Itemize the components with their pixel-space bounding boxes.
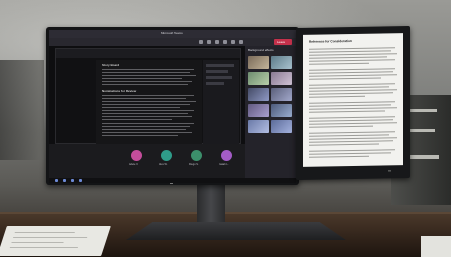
document-ribbon: [56, 49, 240, 58]
teams-window: Microsoft Teams Leave Story Board Nomina…: [49, 30, 296, 178]
background-thumbnail[interactable]: [271, 56, 292, 69]
participant-name: Alex W.: [159, 163, 168, 166]
side-document-title: Reference for Consideration: [309, 39, 352, 44]
participant-avatar[interactable]: [131, 150, 142, 161]
leave-label: Leave: [277, 40, 286, 44]
background-thumbnail[interactable]: [248, 72, 269, 85]
participant-name: Diego S.: [189, 163, 199, 166]
participant-name: Adele V.: [129, 163, 139, 166]
background-thumbnail[interactable]: [271, 72, 292, 85]
background-thumbnail[interactable]: [248, 120, 269, 133]
doc-heading-2: Nominations for Review: [102, 89, 137, 93]
photo-scene: Microsoft Teams Leave Story Board Nomina…: [0, 0, 451, 257]
side-monitor: Reference for Consideration: [296, 26, 410, 180]
shared-document-page: Story Board Nominations for Review: [96, 60, 202, 144]
window-title: Microsoft Teams: [161, 31, 183, 35]
document-side-panel: [203, 60, 239, 144]
more-icon[interactable]: [223, 40, 227, 44]
participant-avatar[interactable]: [161, 150, 172, 161]
side-document: Reference for Consideration: [303, 33, 403, 167]
main-monitor: Microsoft Teams Leave Story Board Nomina…: [46, 27, 299, 185]
monitor-stand-neck: [197, 184, 225, 226]
people-icon[interactable]: [239, 40, 243, 44]
monitor-stand-base: [126, 222, 346, 240]
participant-avatar[interactable]: [221, 150, 232, 161]
leave-button[interactable]: Leave: [274, 39, 292, 45]
taskbar-app-icon[interactable]: [63, 179, 66, 182]
chat-icon[interactable]: [231, 40, 235, 44]
participant-strip: Adele V. Alex W. Diego S. Isaiah L.: [49, 144, 245, 178]
share-icon[interactable]: [215, 40, 219, 44]
side-power-indicator: [388, 170, 391, 172]
background-thumbnail[interactable]: [271, 88, 292, 101]
power-indicator: [170, 183, 173, 184]
doc-heading-1: Story Board: [102, 63, 120, 67]
screen-share-area: Story Board Nominations for Review: [49, 46, 245, 144]
meeting-toolbar: Leave: [49, 38, 296, 46]
panel-title: Background effects: [248, 48, 274, 52]
background-effects-panel: Background effects: [245, 46, 296, 178]
taskbar-app-icon[interactable]: [79, 179, 82, 182]
taskbar-app-icon[interactable]: [71, 179, 74, 182]
background-thumbnail[interactable]: [248, 56, 269, 69]
paper-sheet: [0, 226, 111, 256]
background-thumbnail[interactable]: [271, 120, 292, 133]
background-thumbnail[interactable]: [248, 88, 269, 101]
mic-icon[interactable]: [207, 40, 211, 44]
start-icon[interactable]: [55, 179, 58, 182]
shared-document-window: Story Board Nominations for Review: [55, 48, 241, 144]
background-thumbnail[interactable]: [271, 104, 292, 117]
teams-titlebar: Microsoft Teams: [49, 30, 296, 38]
paper-sheet-right: [421, 236, 451, 257]
participant-avatar[interactable]: [191, 150, 202, 161]
participant-name: Isaiah L.: [219, 163, 229, 166]
camera-icon[interactable]: [199, 40, 203, 44]
background-lamp: [0, 60, 44, 160]
background-thumbnail[interactable]: [248, 104, 269, 117]
